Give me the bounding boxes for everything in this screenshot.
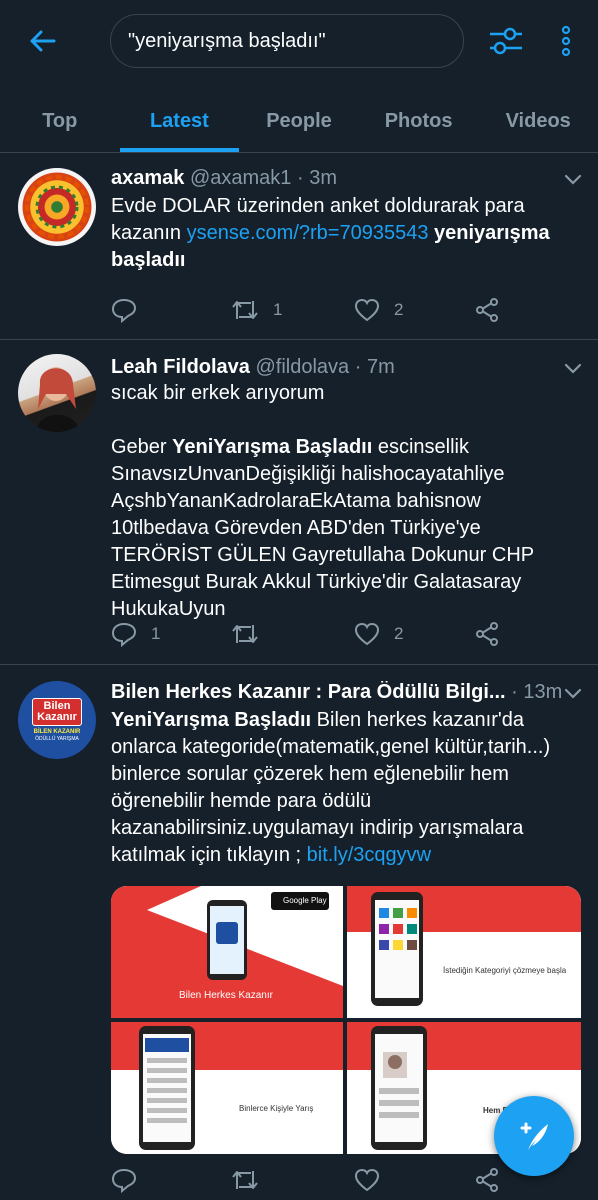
tweet-item[interactable]: axamak @axamak1 · 3m Evde DOLAR üzerinde… (0, 153, 598, 340)
retweet-button[interactable] (231, 619, 273, 649)
media-image[interactable]: İstediğin Kategoriyi çözmeye başla (347, 886, 581, 1018)
tweet-text-bold: YeniYarışma Başladıı (111, 709, 312, 731)
search-header: Top Latest People Photos Videos (0, 0, 598, 153)
share-icon (476, 298, 498, 322)
tweet-header: Bilen Herkes Kazanır : Para Ödüllü Bilgi… (111, 681, 561, 704)
tweet-text-paragraph: Geber YeniYarışma Başladıı escinsellik S… (111, 436, 534, 620)
tweet-link[interactable]: bit.ly/3cqgyvw (307, 844, 432, 866)
retweet-button[interactable] (231, 1165, 259, 1195)
like-icon (354, 1168, 380, 1192)
tab-people[interactable]: People (239, 90, 359, 152)
search-filter-button[interactable] (486, 22, 526, 60)
share-button[interactable] (475, 619, 499, 649)
avatar-logo-text: Bilen Kazanır (32, 698, 82, 726)
avatar[interactable]: Bilen Kazanır BİLEN KAZANIR ÖDÜLLÜ YARIŞ… (18, 681, 96, 759)
more-options-button[interactable] (556, 22, 576, 60)
avatar[interactable] (18, 168, 96, 246)
tweet-text: sıcak bir erkek arıyorum Geber YeniYarış… (111, 380, 581, 623)
like-button[interactable]: 2 (354, 619, 403, 649)
avatar-logo-subtitle: BİLEN KAZANIR (33, 729, 81, 735)
tab-latest[interactable]: Latest (119, 90, 240, 152)
like-count: 2 (394, 624, 404, 643)
back-button[interactable] (22, 24, 62, 58)
more-vertical-icon (561, 25, 571, 57)
author-handle-time: @axamak1 · 3m (189, 167, 337, 189)
promo-caption: Binlerce Kişiyle Yarış (239, 1104, 314, 1113)
like-button[interactable] (354, 1165, 380, 1195)
tweet-actions: 1 2 (111, 295, 511, 325)
author-name[interactable]: Leah Fildolava (111, 356, 250, 378)
like-button[interactable]: 2 (354, 295, 403, 325)
promo-caption: Bilen Herkes Kazanır (179, 990, 273, 1001)
promo-caption: İstediğin Kategoriyi çözmeye başla (443, 966, 567, 975)
chevron-down-icon[interactable] (563, 362, 583, 376)
share-button[interactable] (475, 1165, 499, 1195)
author-handle-time: @fildolava · 7m (255, 356, 395, 378)
tab-top[interactable]: Top (0, 90, 120, 152)
author-name[interactable]: axamak (111, 167, 184, 189)
share-button[interactable] (475, 295, 499, 325)
reply-icon (111, 298, 137, 323)
media-image[interactable]: Bilen Herkes Kazanır Google Play (111, 886, 343, 1018)
tweet-header: Leah Fildolava @fildolava · 7m (111, 356, 395, 379)
filter-icon (490, 27, 522, 55)
like-icon (354, 622, 380, 646)
reply-icon (111, 1168, 137, 1193)
avatar-logo-tagline: ÖDÜLLÜ YARIŞMA (35, 736, 79, 742)
search-tabs: Top Latest People Photos Videos (0, 90, 598, 152)
tweet-actions (111, 1165, 511, 1195)
tweet-text-plain: Bilen herkes kazanır'da onlarca kategori… (111, 709, 551, 866)
back-arrow-icon (30, 30, 56, 52)
retweet-icon (232, 625, 258, 643)
avatar-portrait (36, 367, 80, 432)
reply-button[interactable]: 1 (111, 619, 160, 649)
reply-icon (111, 622, 137, 647)
compose-icon (520, 1122, 548, 1150)
google-play-badge: Google Play (283, 896, 327, 905)
reply-count: 1 (151, 624, 161, 643)
tweet-item[interactable]: Leah Fildolava @fildolava · 7m sıcak bir… (0, 340, 598, 665)
author-name[interactable]: Bilen Herkes Kazanır : Para Ödüllü Bilgi… (111, 681, 506, 703)
avatar[interactable] (18, 354, 96, 432)
tweet-link[interactable]: ysense.com/?rb=70935543 (187, 222, 429, 244)
compose-tweet-button[interactable] (494, 1096, 574, 1176)
like-icon (354, 298, 380, 322)
search-box[interactable] (110, 14, 464, 68)
tab-photos[interactable]: Photos (359, 90, 479, 152)
share-icon (476, 622, 498, 646)
chevron-down-icon[interactable] (563, 687, 583, 701)
retweet-icon (232, 1171, 258, 1189)
avatar-pattern (25, 175, 89, 239)
promo-image-2 (347, 886, 581, 1018)
share-icon (476, 1168, 498, 1192)
retweet-count: 1 (273, 300, 283, 319)
media-image[interactable]: Binlerce Kişiyle Yarış (111, 1022, 343, 1154)
author-handle-time: · 13m (505, 681, 561, 703)
reply-button[interactable] (111, 295, 151, 325)
tweet-actions: 1 2 (111, 619, 511, 649)
chevron-down-icon[interactable] (563, 173, 583, 187)
tweet-text-line: sıcak bir erkek arıyorum (111, 382, 325, 404)
tab-videos[interactable]: Videos (478, 90, 598, 152)
search-input[interactable] (128, 29, 448, 53)
like-count: 2 (394, 300, 404, 319)
promo-image-3 (111, 1022, 343, 1154)
tweet-text: Evde DOLAR üzerinden anket doldurarak pa… (111, 193, 581, 274)
reply-button[interactable] (111, 1165, 137, 1195)
retweet-icon (232, 301, 258, 319)
tweet-header: axamak @axamak1 · 3m (111, 167, 337, 190)
tweet-text: YeniYarışma Başladıı Bilen herkes kazanı… (111, 707, 581, 869)
retweet-button[interactable]: 1 (231, 295, 282, 325)
